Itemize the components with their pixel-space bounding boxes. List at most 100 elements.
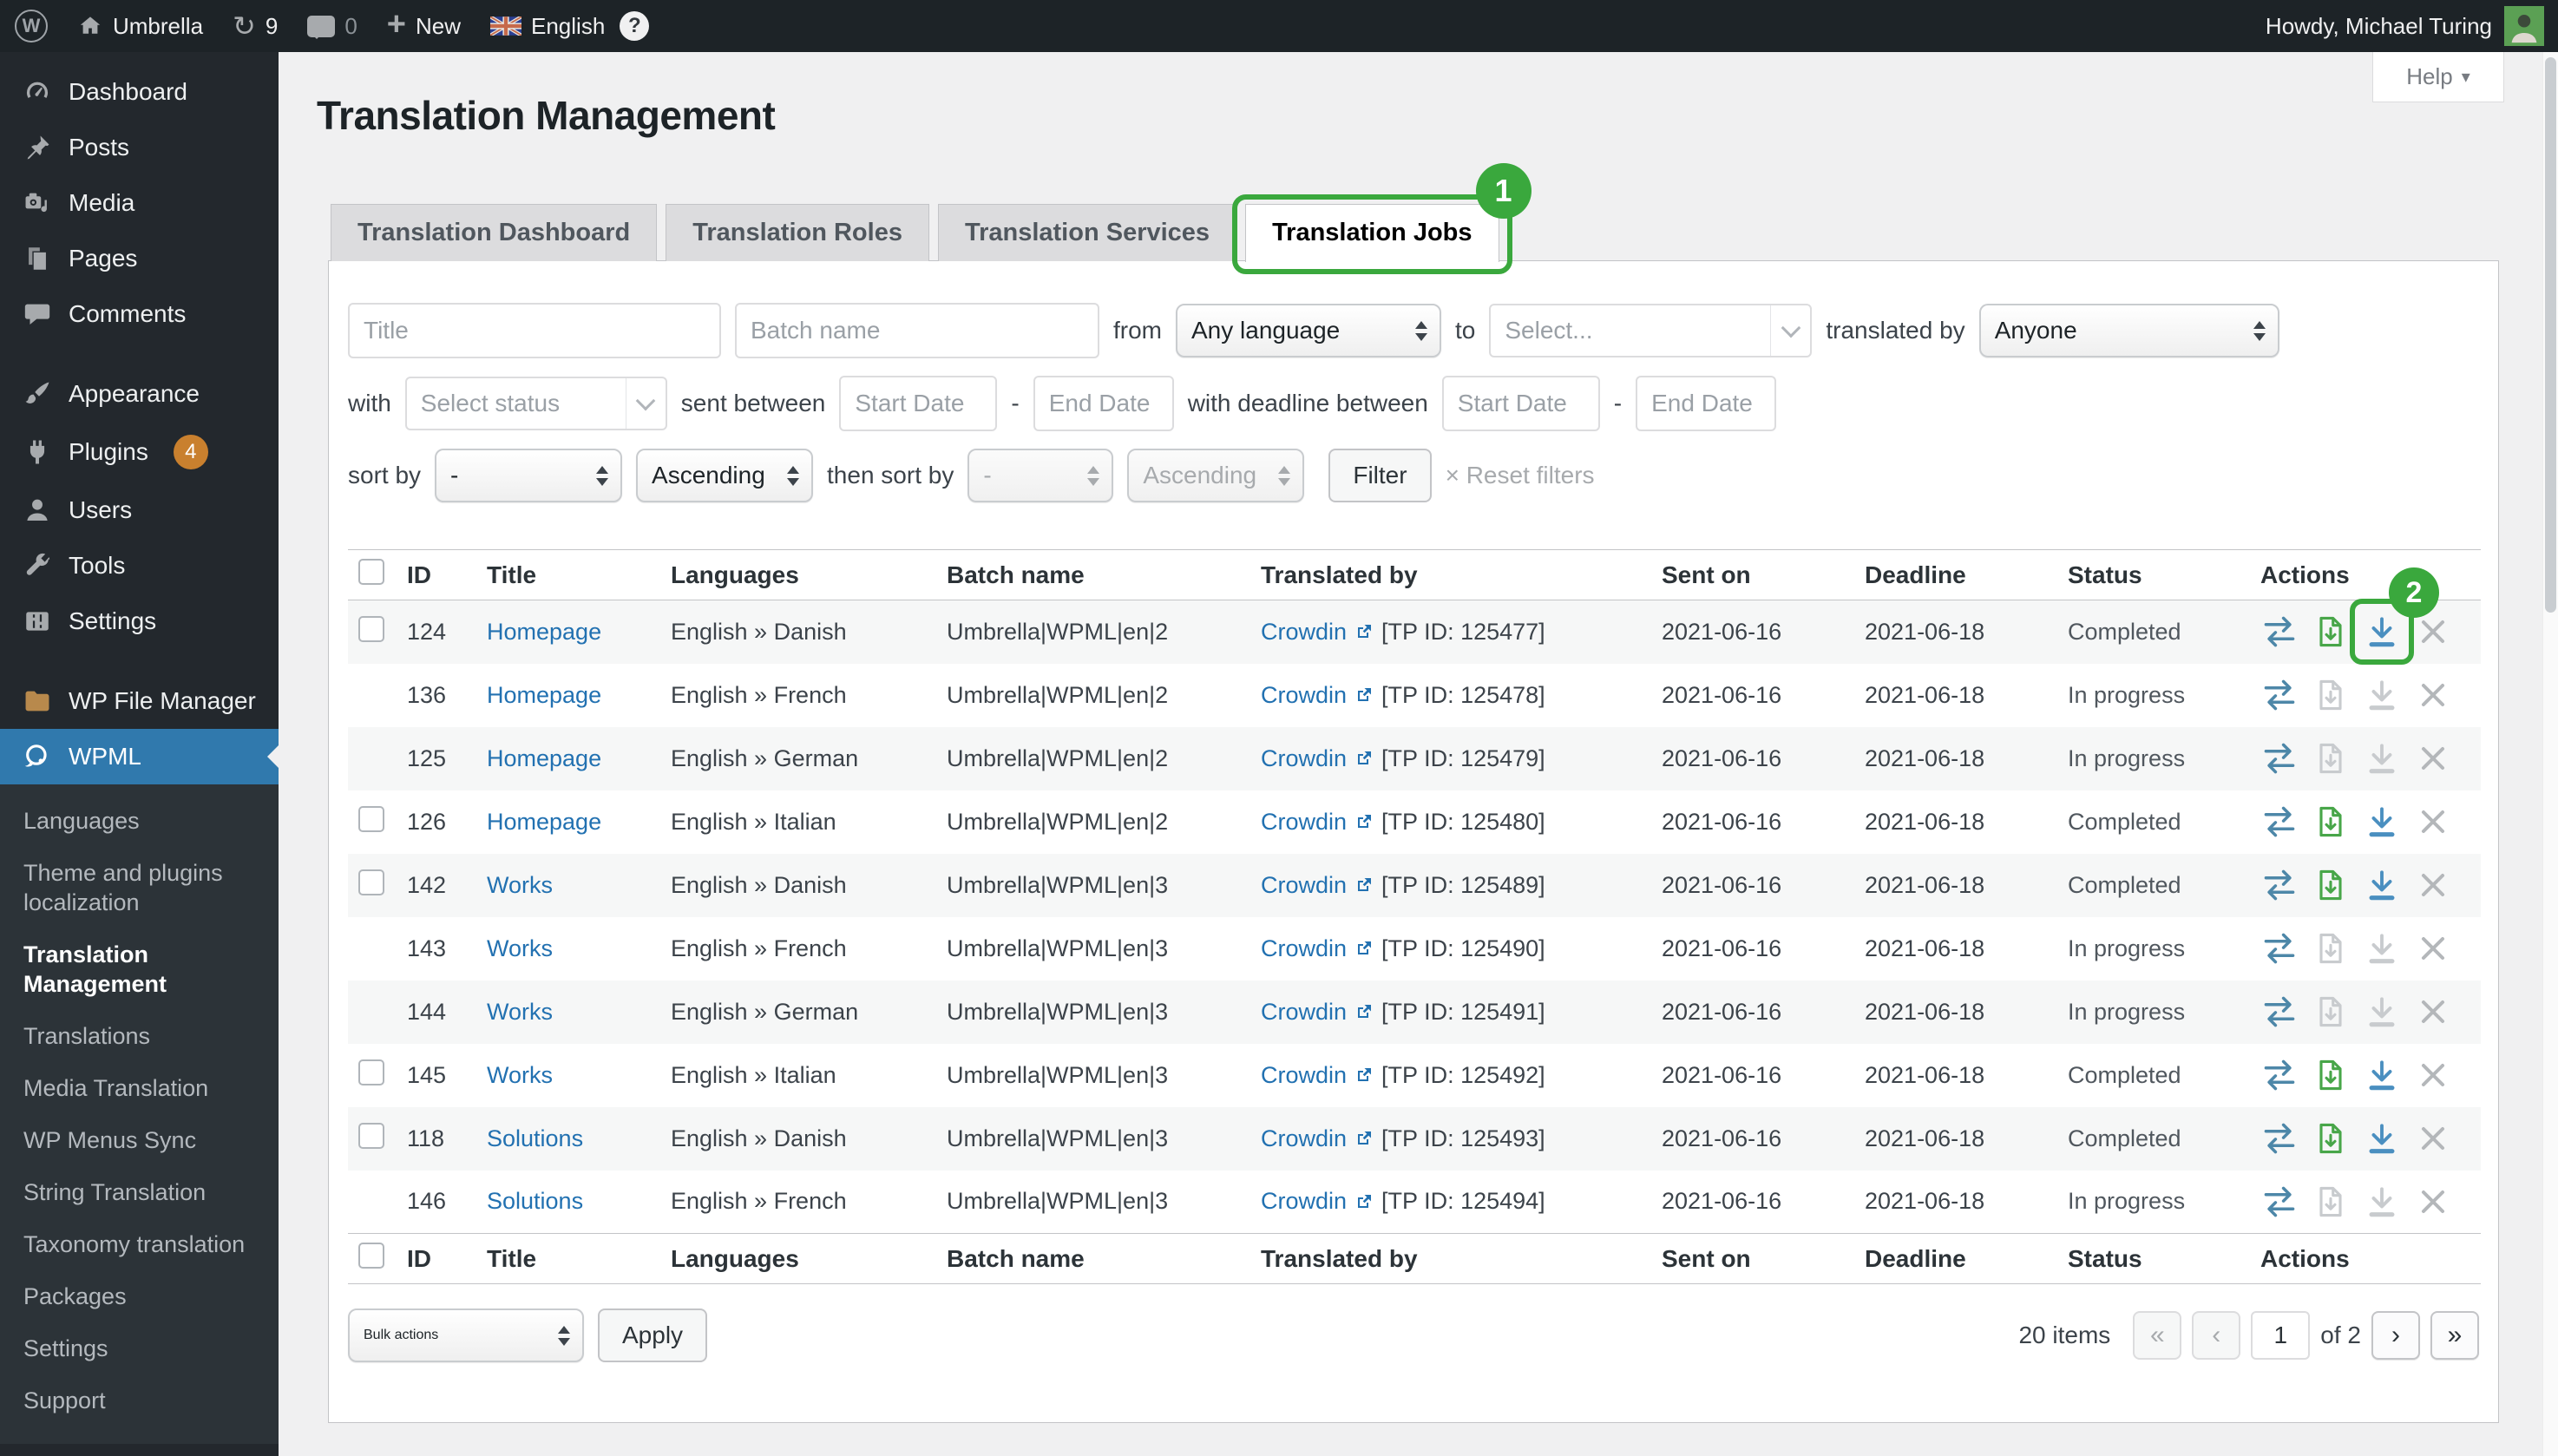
sidebar-item-dashboard[interactable]: Dashboard — [0, 64, 279, 120]
reset-filters-link[interactable]: × Reset filters — [1446, 462, 1595, 489]
wordpress-logo-button[interactable]: W — [0, 0, 62, 52]
sidebar-item-media[interactable]: Media — [0, 175, 279, 231]
deadline-start-date-input[interactable] — [1442, 376, 1600, 431]
previous-page-button[interactable]: ‹ — [2192, 1311, 2240, 1360]
download-translation-icon[interactable] — [2363, 1056, 2401, 1094]
cancel-icon[interactable] — [2414, 613, 2452, 651]
wpml-submenu-item-string-translation[interactable]: String Translation — [0, 1166, 260, 1218]
cancel-icon[interactable] — [2414, 993, 2452, 1031]
wpml-submenu-item-theme-and-plugins-localization[interactable]: Theme and plugins localization — [0, 847, 260, 928]
sidebar-item-comments[interactable]: Comments — [0, 286, 279, 342]
job-title-link[interactable]: Works — [487, 872, 553, 898]
cancel-icon[interactable] — [2414, 1056, 2452, 1094]
download-translation-icon[interactable] — [2363, 1119, 2401, 1158]
download-translation-icon[interactable] — [2363, 803, 2401, 841]
tab-translation-jobs[interactable]: Translation Jobs1 — [1245, 204, 1499, 262]
sync-icon[interactable] — [2260, 1056, 2299, 1094]
filter-button[interactable]: Filter — [1328, 449, 1431, 502]
cancel-icon[interactable] — [2414, 1183, 2452, 1221]
translator-link[interactable]: Crowdin — [1261, 1188, 1374, 1215]
language-switcher[interactable]: English ? — [476, 0, 664, 52]
sort-by-select[interactable]: - — [435, 449, 622, 502]
sync-icon[interactable] — [2260, 993, 2299, 1031]
scrollbar[interactable] — [2542, 52, 2558, 1456]
tab-translation-services[interactable]: Translation Services — [938, 204, 1236, 261]
select-all-checkbox-bottom[interactable] — [358, 1243, 384, 1269]
sidebar-item-wp-file-manager[interactable]: WP File Manager — [0, 673, 279, 729]
site-name-button[interactable]: Umbrella — [62, 0, 218, 52]
to-language-select[interactable]: Select... — [1489, 304, 1812, 357]
download-xliff-icon[interactable] — [2312, 739, 2350, 777]
job-title-link[interactable]: Works — [487, 999, 553, 1025]
download-xliff-icon[interactable] — [2312, 803, 2350, 841]
translator-link[interactable]: Crowdin — [1261, 682, 1374, 709]
wpml-submenu-item-translation-management[interactable]: Translation Management — [0, 928, 260, 1010]
sync-icon[interactable] — [2260, 613, 2299, 651]
job-title-link[interactable]: Solutions — [487, 1125, 583, 1151]
translator-link[interactable]: Crowdin — [1261, 935, 1374, 962]
select-all-checkbox[interactable] — [358, 559, 384, 585]
comments-button[interactable]: 0 — [292, 0, 371, 52]
next-page-button[interactable]: › — [2371, 1311, 2420, 1360]
sent-end-date-input[interactable] — [1033, 376, 1174, 431]
row-checkbox[interactable] — [358, 1123, 384, 1149]
download-xliff-icon[interactable] — [2312, 1183, 2350, 1221]
tab-translation-dashboard[interactable]: Translation Dashboard — [331, 204, 657, 261]
then-sort-by-select[interactable]: - — [967, 449, 1113, 502]
bulk-actions-select[interactable]: Bulk actions — [348, 1308, 584, 1362]
wpml-submenu-item-languages[interactable]: Languages — [0, 795, 260, 847]
sync-icon[interactable] — [2260, 929, 2299, 967]
translator-link[interactable]: Crowdin — [1261, 745, 1374, 772]
wpml-submenu-item-media-translation[interactable]: Media Translation — [0, 1062, 260, 1114]
wpml-submenu-item-wp-menus-sync[interactable]: WP Menus Sync — [0, 1114, 260, 1166]
updates-button[interactable]: ↻ 9 — [218, 0, 292, 52]
from-language-select[interactable]: Any language — [1176, 304, 1441, 357]
translator-link[interactable]: Crowdin — [1261, 1125, 1374, 1152]
wpml-submenu-item-settings[interactable]: Settings — [0, 1322, 260, 1374]
cancel-icon[interactable] — [2414, 739, 2452, 777]
help-button[interactable]: Help ▾ — [2372, 52, 2504, 102]
download-translation-icon[interactable] — [2363, 866, 2401, 904]
download-translation-icon[interactable] — [2363, 676, 2401, 714]
sidebar-item-users[interactable]: Users — [0, 482, 279, 538]
download-xliff-icon[interactable] — [2312, 866, 2350, 904]
sync-icon[interactable] — [2260, 1119, 2299, 1158]
sidebar-item-posts[interactable]: Posts — [0, 120, 279, 175]
sync-icon[interactable] — [2260, 1183, 2299, 1221]
translator-link[interactable]: Crowdin — [1261, 619, 1374, 646]
download-translation-icon[interactable] — [2363, 1183, 2401, 1221]
job-title-link[interactable]: Works — [487, 935, 553, 961]
batch-name-filter-input[interactable] — [735, 303, 1099, 358]
wpml-submenu-item-taxonomy-translation[interactable]: Taxonomy translation — [0, 1218, 260, 1270]
download-xliff-icon[interactable] — [2312, 613, 2350, 651]
job-title-link[interactable]: Homepage — [487, 809, 601, 835]
cancel-icon[interactable] — [2414, 1119, 2452, 1158]
download-translation-icon[interactable] — [2363, 613, 2401, 651]
sidebar-item-pages[interactable]: Pages — [0, 231, 279, 286]
last-page-button[interactable]: » — [2430, 1311, 2479, 1360]
wpml-submenu-item-translations[interactable]: Translations — [0, 1010, 260, 1062]
translated-by-select[interactable]: Anyone — [1979, 304, 2279, 357]
cancel-icon[interactable] — [2414, 803, 2452, 841]
download-translation-icon[interactable] — [2363, 739, 2401, 777]
then-sort-order-select[interactable]: Ascending — [1127, 449, 1304, 502]
download-translation-icon[interactable] — [2363, 993, 2401, 1031]
sync-icon[interactable] — [2260, 676, 2299, 714]
row-checkbox[interactable] — [358, 869, 384, 895]
job-title-link[interactable]: Works — [487, 1062, 553, 1088]
wpml-submenu-item-support[interactable]: Support — [0, 1374, 260, 1426]
row-checkbox[interactable] — [358, 806, 384, 832]
translator-link[interactable]: Crowdin — [1261, 1062, 1374, 1089]
current-page-input[interactable] — [2251, 1311, 2310, 1360]
cancel-icon[interactable] — [2414, 929, 2452, 967]
sidebar-item-wpml[interactable]: WPML — [0, 729, 279, 784]
row-checkbox[interactable] — [358, 1059, 384, 1085]
download-xliff-icon[interactable] — [2312, 1056, 2350, 1094]
job-title-link[interactable]: Homepage — [487, 745, 601, 771]
download-xliff-icon[interactable] — [2312, 929, 2350, 967]
account-menu[interactable]: Howdy, Michael Turing — [2266, 6, 2558, 46]
translator-link[interactable]: Crowdin — [1261, 872, 1374, 899]
sort-order-select[interactable]: Ascending — [636, 449, 813, 502]
download-xliff-icon[interactable] — [2312, 1119, 2350, 1158]
cancel-icon[interactable] — [2414, 676, 2452, 714]
